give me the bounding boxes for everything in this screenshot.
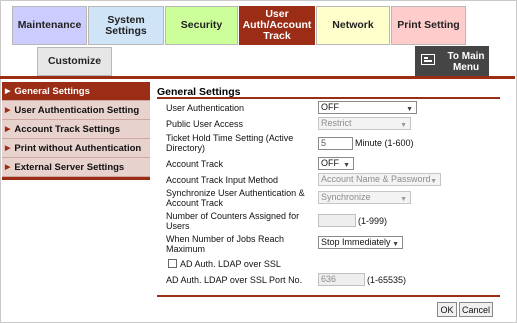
sidebar-item-external-server-settings[interactable]: ▶ External Server Settings xyxy=(2,158,150,177)
tab-system-settings[interactable]: System Settings xyxy=(88,6,164,45)
public-user-access-label: Public User Access xyxy=(166,119,244,129)
account-track-input-method-select[interactable]: Account Name & Password ▼ xyxy=(318,173,441,186)
sidebar-item-account-track-settings[interactable]: ▶ Account Track Settings xyxy=(2,120,150,139)
user-authentication-label: User Authentication xyxy=(166,103,245,113)
sidebar-item-print-without-authentication[interactable]: ▶ Print without Authentication xyxy=(2,139,150,158)
ad-ldap-port-unit: (1-65535) xyxy=(367,275,407,285)
sidebar: ▶ General Settings ▶ User Authentication… xyxy=(2,82,150,180)
ad-ldap-port-label: AD Auth. LDAP over SSL Port No. xyxy=(166,275,303,285)
tab-customize-label: Customize xyxy=(47,55,102,67)
public-user-access-value: Restrict xyxy=(321,118,352,128)
public-user-access-select[interactable]: Restrict ▼ xyxy=(318,117,411,130)
title-rule xyxy=(157,97,500,99)
sidebar-item-label: General Settings xyxy=(14,85,90,97)
jobs-reach-maximum-label: When Number of Jobs Reach Maximum xyxy=(166,234,285,254)
account-track-select[interactable]: OFF ▼ xyxy=(318,157,354,170)
ad-ldap-port-field[interactable]: 636 xyxy=(318,273,365,286)
tab-maintenance[interactable]: Maintenance xyxy=(12,6,87,45)
number-of-counters-field[interactable] xyxy=(318,214,356,227)
triangle-right-icon: ▶ xyxy=(5,88,11,95)
bottom-rule xyxy=(157,295,500,297)
account-track-label: Account Track xyxy=(166,159,224,169)
sidebar-item-label: External Server Settings xyxy=(14,161,125,173)
ad-ldap-ssl-label: AD Auth. LDAP over SSL xyxy=(180,259,281,269)
sidebar-item-user-authentication-setting[interactable]: ▶ User Authentication Setting xyxy=(2,101,150,120)
chevron-down-icon: ▼ xyxy=(400,122,407,129)
number-of-counters-unit: (1-999) xyxy=(358,216,388,226)
tab-user-auth-account-track[interactable]: User Auth/Account Track xyxy=(239,6,315,45)
tab-security[interactable]: Security xyxy=(165,6,238,45)
to-main-menu-button[interactable]: To Main Menu xyxy=(415,46,489,76)
tab-customize[interactable]: Customize xyxy=(37,47,112,76)
main-menu-icon xyxy=(421,54,435,65)
tab-user-auth-label: User Auth/Account Track xyxy=(242,8,312,42)
synchronize-label: Synchronize User Authentication & Accoun… xyxy=(166,188,305,208)
tab-network-label: Network xyxy=(332,19,374,31)
ticket-hold-time-label: Ticket Hold Time Setting (Active Directo… xyxy=(166,133,294,153)
tab-system-settings-label: System Settings xyxy=(105,13,147,37)
account-track-value: OFF xyxy=(321,158,339,168)
chevron-down-icon: ▼ xyxy=(430,178,437,185)
tab-print-setting-label: Print Setting xyxy=(397,19,460,31)
user-authentication-value: OFF xyxy=(321,102,339,112)
sidebar-item-label: Print without Authentication xyxy=(14,142,142,154)
sidebar-bottom-rule xyxy=(2,177,150,180)
triangle-right-icon: ▶ xyxy=(5,164,11,171)
triangle-right-icon: ▶ xyxy=(5,126,11,133)
chevron-down-icon: ▼ xyxy=(406,106,413,113)
triangle-right-icon: ▶ xyxy=(5,107,11,114)
triangle-right-icon: ▶ xyxy=(5,145,11,152)
to-main-menu-label: To Main Menu xyxy=(447,51,485,73)
chevron-down-icon: ▼ xyxy=(343,162,350,169)
account-track-input-method-value: Account Name & Password xyxy=(321,174,431,184)
jobs-reach-maximum-value: Stop Immediately xyxy=(321,237,391,247)
sidebar-item-label: User Authentication Setting xyxy=(14,104,140,116)
sidebar-item-general-settings[interactable]: ▶ General Settings xyxy=(2,82,150,101)
tab-maintenance-label: Maintenance xyxy=(17,19,82,31)
account-track-input-method-label: Account Track Input Method xyxy=(166,175,279,185)
tab-security-label: Security xyxy=(180,19,223,31)
tab-underline xyxy=(0,76,515,79)
user-authentication-select[interactable]: OFF ▼ xyxy=(318,101,417,114)
number-of-counters-label: Number of Counters Assigned for Users xyxy=(166,211,300,231)
sidebar-item-label: Account Track Settings xyxy=(14,123,120,135)
chevron-down-icon: ▼ xyxy=(400,196,407,203)
tab-network[interactable]: Network xyxy=(316,6,390,45)
cancel-button[interactable]: Cancel xyxy=(459,302,493,317)
ok-button[interactable]: OK xyxy=(437,302,457,317)
chevron-down-icon: ▼ xyxy=(392,241,399,248)
ad-ldap-ssl-checkbox[interactable] xyxy=(168,259,177,268)
synchronize-value: Synchronize xyxy=(321,192,371,202)
jobs-reach-maximum-select[interactable]: Stop Immediately ▼ xyxy=(318,236,403,249)
tab-print-setting[interactable]: Print Setting xyxy=(391,6,466,45)
synchronize-select[interactable]: Synchronize ▼ xyxy=(318,191,411,204)
ticket-hold-time-unit: Minute (1-600) xyxy=(355,138,414,148)
ticket-hold-time-field[interactable]: 5 xyxy=(318,137,353,150)
